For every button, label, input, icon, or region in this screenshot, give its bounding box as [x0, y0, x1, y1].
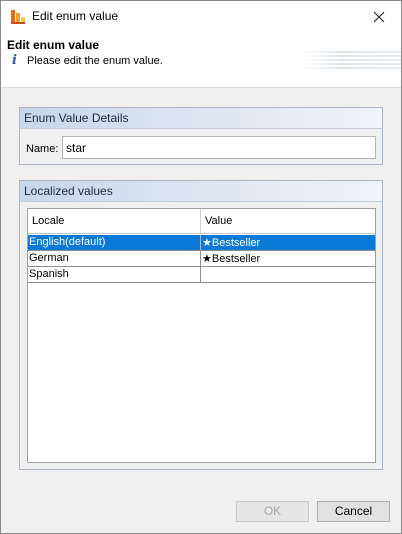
- group-title: Enum Value Details: [20, 108, 382, 129]
- column-header-locale[interactable]: Locale: [28, 209, 201, 234]
- column-header-value[interactable]: Value: [201, 209, 375, 234]
- table-row[interactable]: English(default) ★Bestseller: [28, 235, 375, 251]
- value-cell[interactable]: ★Bestseller: [201, 235, 375, 250]
- locale-cell[interactable]: Spanish: [28, 267, 201, 282]
- close-button[interactable]: [357, 1, 401, 32]
- table-row[interactable]: Spanish: [28, 267, 375, 283]
- locale-cell[interactable]: English(default): [28, 235, 201, 250]
- close-icon: [373, 11, 385, 22]
- locale-cell[interactable]: German: [28, 251, 201, 266]
- ok-button[interactable]: OK: [236, 501, 309, 522]
- info-icon: i: [12, 53, 17, 68]
- star-icon: ★: [202, 252, 212, 265]
- window-title: Edit enum value: [32, 9, 119, 23]
- table-header: Locale Value: [28, 209, 375, 234]
- group-title: Localized values: [20, 181, 382, 202]
- name-label: Name:: [26, 143, 59, 155]
- star-icon: ★: [202, 236, 212, 249]
- value-text: Bestseller: [211, 237, 261, 249]
- cancel-button[interactable]: Cancel: [317, 501, 390, 522]
- dialog-header: Edit enum value i Please edit the enum v…: [1, 32, 401, 88]
- enum-value-details-group: Enum Value Details Name:: [19, 107, 383, 165]
- header-description: Please edit the enum value.: [27, 55, 163, 67]
- app-stack-icon: [11, 10, 25, 24]
- header-title: Edit enum value: [7, 38, 100, 52]
- name-input[interactable]: [62, 136, 376, 159]
- dialog-window: Edit enum value Edit enum value i Please…: [0, 0, 402, 534]
- table-row[interactable]: German ★Bestseller: [28, 251, 375, 267]
- header-decoration: [301, 51, 401, 69]
- localized-values-group: Localized values Locale Value English(de…: [19, 180, 383, 470]
- value-cell[interactable]: ★Bestseller: [201, 251, 375, 266]
- value-cell[interactable]: [201, 267, 375, 282]
- localized-values-table[interactable]: Locale Value English(default) ★Bestselle…: [27, 208, 376, 463]
- value-text: Bestseller: [211, 253, 261, 265]
- title-bar[interactable]: Edit enum value: [1, 1, 401, 32]
